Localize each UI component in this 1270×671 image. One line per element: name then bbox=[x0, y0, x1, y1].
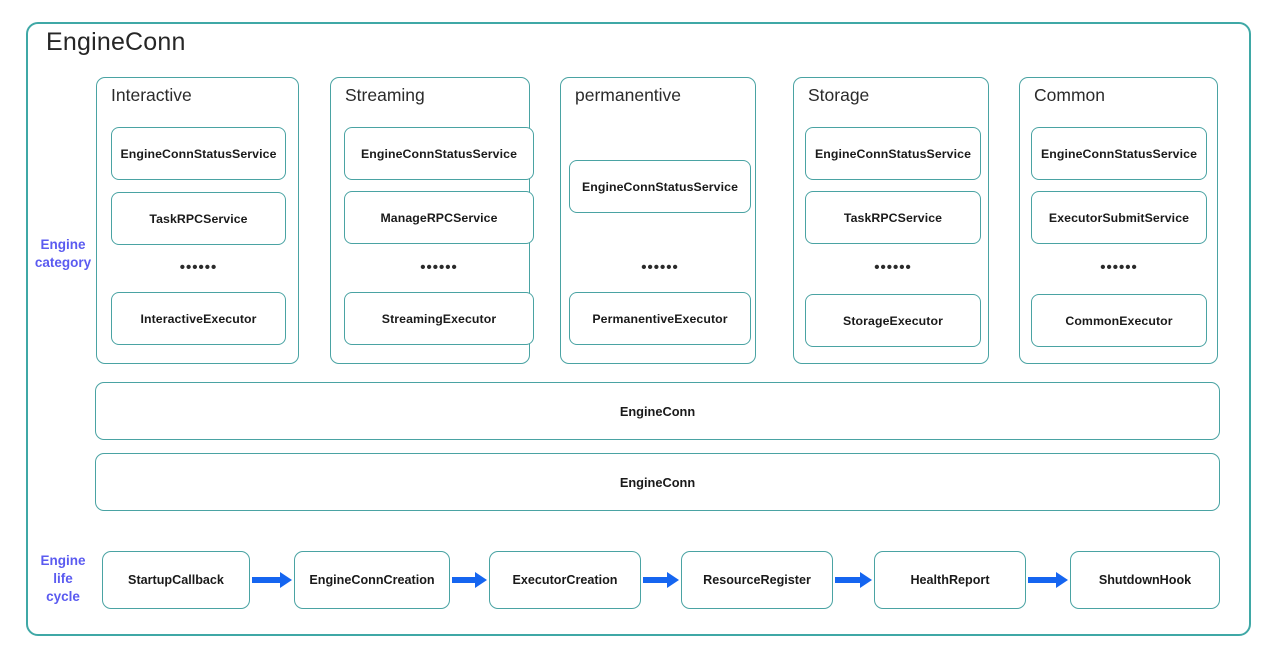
engine-category-column-storage: Storage EngineConnStatusService TaskRPCSer… bbox=[793, 77, 989, 364]
service-box: TaskRPCService bbox=[805, 191, 981, 244]
engine-category-column-common: Common EngineConnStatusService ExecutorSub… bbox=[1019, 77, 1218, 364]
ellipsis-separator: •••••• bbox=[1100, 259, 1138, 276]
lifecycle-step-5: HealthReport bbox=[874, 551, 1026, 609]
lifecycle-arrow-5 bbox=[1026, 570, 1070, 590]
engine-category-title: Streaming bbox=[345, 85, 425, 105]
engine-lifecycle-label: Engine life cycle bbox=[30, 552, 96, 607]
arrow-right-icon bbox=[452, 572, 487, 588]
lifecycle-arrow-3 bbox=[641, 570, 681, 590]
ellipsis-separator: •••••• bbox=[641, 259, 679, 276]
service-box: ExecutorSubmitService bbox=[1031, 191, 1207, 244]
ellipsis-separator: •••••• bbox=[874, 259, 912, 276]
lifecycle-step-3: ExecutorCreation bbox=[489, 551, 641, 609]
engine-lifecycle-label-line3: cycle bbox=[46, 589, 80, 605]
ellipsis-separator: •••••• bbox=[420, 259, 458, 276]
engine-category-column-permanentive: permanentive EngineConnStatusService •••••… bbox=[560, 77, 756, 364]
service-box: EngineConnStatusService bbox=[344, 127, 534, 180]
engine-category-label-line1: Engine bbox=[40, 237, 86, 252]
lifecycle-arrow-1 bbox=[250, 570, 294, 590]
executor-box: CommonExecutor bbox=[1031, 294, 1207, 347]
engine-lifecycle-label-line1: Engine bbox=[40, 553, 86, 568]
engine-category-label: Engine category bbox=[30, 236, 96, 272]
arrow-right-icon bbox=[835, 572, 872, 588]
engine-category-column-streaming: Streaming EngineConnStatusService ManageRP… bbox=[330, 77, 534, 364]
engine-category-title: Storage bbox=[808, 85, 870, 105]
lifecycle-step-4: ResourceRegister bbox=[681, 551, 833, 609]
service-box: EngineConnStatusService bbox=[1031, 127, 1207, 180]
engine-category-title: Common bbox=[1034, 85, 1105, 105]
arrow-right-icon bbox=[1028, 572, 1068, 588]
service-box: EngineConnStatusService bbox=[805, 127, 981, 180]
engine-category-title: permanentive bbox=[575, 85, 682, 105]
lifecycle-arrow-4 bbox=[833, 570, 874, 590]
engine-lifecycle-label-line2: life bbox=[53, 571, 73, 587]
engine-category-title: Interactive bbox=[111, 85, 192, 105]
executor-box: StorageExecutor bbox=[805, 294, 981, 347]
page-title: EngineConn bbox=[46, 28, 186, 56]
lifecycle-step-1: StartupCallback bbox=[102, 551, 250, 609]
executor-box: InteractiveExecutor bbox=[111, 292, 286, 345]
engineconn-bar-2: EngineConn bbox=[95, 453, 1220, 511]
lifecycle-step-6: ShutdownHook bbox=[1070, 551, 1220, 609]
lifecycle-arrow-2 bbox=[450, 570, 489, 590]
executor-box: StreamingExecutor bbox=[344, 292, 534, 345]
service-box: EngineConnStatusService bbox=[569, 160, 751, 213]
lifecycle-step-2: EngineConnCreation bbox=[294, 551, 450, 609]
executor-box: PermanentiveExecutor bbox=[569, 292, 751, 345]
ellipsis-separator: •••••• bbox=[179, 259, 218, 276]
service-box: ManageRPCService bbox=[344, 191, 534, 244]
arrow-right-icon bbox=[643, 572, 679, 588]
service-box: EngineConnStatusService bbox=[111, 127, 286, 180]
service-box: TaskRPCService bbox=[111, 192, 286, 245]
arrow-right-icon bbox=[252, 572, 292, 588]
engine-category-label-line2: category bbox=[34, 255, 92, 271]
engine-category-column-interactive: Interactive EngineConnStatusService TaskRP… bbox=[96, 77, 299, 364]
engineconn-bar-1: EngineConn bbox=[95, 382, 1220, 440]
